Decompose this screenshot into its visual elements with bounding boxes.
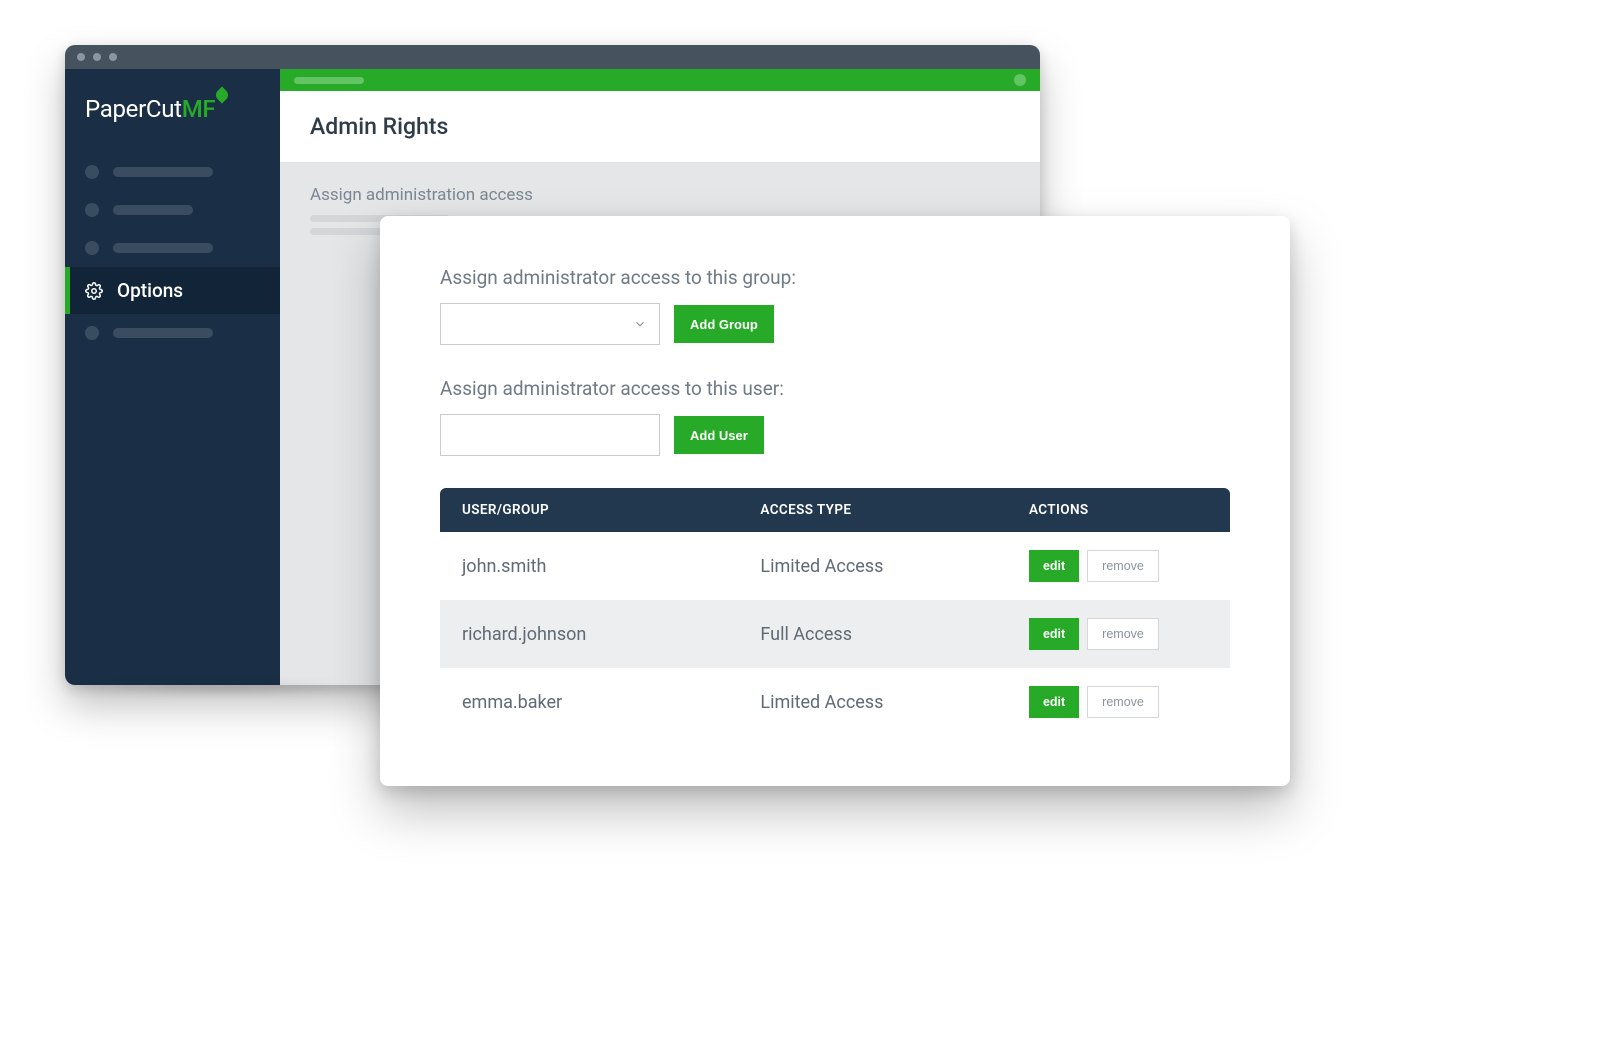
cell-user: john.smith [462,556,760,577]
edit-button[interactable]: edit [1029,550,1079,582]
leaf-icon [214,87,231,104]
edit-button[interactable]: edit [1029,686,1079,718]
window-control-dot[interactable] [93,53,101,61]
cell-access: Full Access [760,624,1029,645]
user-field-label: Assign administrator access to this user… [440,377,1230,400]
table-row: richard.johnson Full Access edit remove [440,600,1230,668]
sidebar-item[interactable] [65,314,280,352]
cell-access: Limited Access [760,556,1029,577]
admin-rights-table: USER/GROUP ACCESS TYPE ACTIONS john.smit… [440,488,1230,736]
tab-placeholder[interactable] [294,77,364,84]
remove-button[interactable]: remove [1087,550,1159,582]
brand-logo: PaperCutMF [65,95,280,153]
table-row: john.smith Limited Access edit remove [440,532,1230,600]
th-user: USER/GROUP [462,502,760,518]
remove-button[interactable]: remove [1087,686,1159,718]
section-title: Assign administration access [310,185,1010,205]
user-input[interactable] [440,414,660,456]
tab-bar [280,69,1040,91]
brand-name-1: PaperCut [85,95,182,123]
sidebar-item[interactable] [65,153,280,191]
window-control-dot[interactable] [77,53,85,61]
sidebar-item-options[interactable]: Options [65,267,280,314]
nav-placeholder-label [113,167,213,177]
nav-placeholder-icon [85,241,99,255]
window-control-dot[interactable] [109,53,117,61]
nav-placeholder-label [113,328,213,338]
cell-user: emma.baker [462,692,760,713]
remove-button[interactable]: remove [1087,618,1159,650]
th-access: ACCESS TYPE [760,502,1029,518]
edit-button[interactable]: edit [1029,618,1079,650]
nav-placeholder-icon [85,203,99,217]
cell-access: Limited Access [760,692,1029,713]
page-header: Admin Rights [280,91,1040,163]
sidebar: PaperCutMF Options [65,69,280,685]
add-group-button[interactable]: Add Group [674,305,774,343]
group-field-label: Assign administrator access to this grou… [440,266,1230,289]
nav-placeholder-icon [85,165,99,179]
group-select[interactable] [440,303,660,345]
nav-placeholder-label [113,205,193,215]
nav-placeholder-label [113,243,213,253]
sidebar-item-label: Options [117,279,183,302]
page-title: Admin Rights [310,113,1010,140]
window-shadow [75,680,375,696]
gear-icon [85,282,103,300]
add-user-button[interactable]: Add User [674,416,764,454]
sidebar-item[interactable] [65,229,280,267]
tab-action-icon[interactable] [1014,74,1026,86]
th-actions: ACTIONS [1029,502,1208,518]
table-header: USER/GROUP ACCESS TYPE ACTIONS [440,488,1230,532]
cell-user: richard.johnson [462,624,760,645]
chevron-down-icon [633,317,647,331]
nav-placeholder-icon [85,326,99,340]
sidebar-item[interactable] [65,191,280,229]
window-titlebar [65,45,1040,69]
table-row: emma.baker Limited Access edit remove [440,668,1230,736]
admin-rights-card: Assign administrator access to this grou… [380,216,1290,786]
brand-name-2: MF [182,95,216,123]
